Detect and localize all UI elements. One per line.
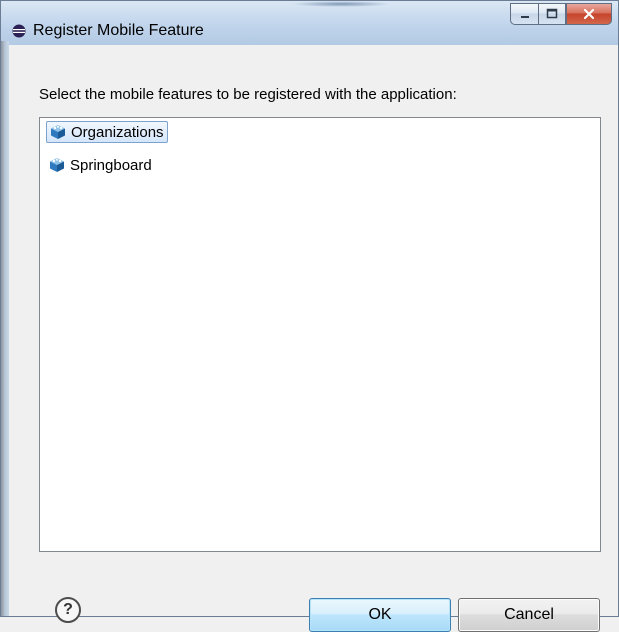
minimize-button[interactable]: [510, 3, 538, 25]
minimize-icon: [520, 16, 529, 18]
maximize-button[interactable]: [538, 3, 566, 25]
dialog-client-area: Select the mobile features to be registe…: [9, 45, 618, 632]
list-item-springboard[interactable]: Springboard: [46, 154, 155, 176]
title-bar[interactable]: Register Mobile Feature: [1, 1, 618, 46]
cancel-button-label: Cancel: [504, 606, 554, 623]
eclipse-icon: [12, 24, 26, 38]
title-bar-glow: [291, 1, 391, 7]
dialog-window: Register Mobile Feature Select the mobil…: [0, 0, 619, 632]
caption-buttons: [510, 3, 612, 25]
list-item-organizations[interactable]: Organizations: [46, 121, 168, 143]
ok-button[interactable]: OK: [309, 598, 451, 632]
list-item-label: Organizations: [71, 123, 164, 141]
close-icon: [583, 8, 595, 20]
cancel-button[interactable]: Cancel: [458, 598, 600, 632]
ok-button-label: OK: [368, 606, 392, 623]
close-button[interactable]: [566, 3, 612, 25]
feature-list[interactable]: Organizations Springboard: [39, 117, 601, 552]
instruction-label: Select the mobile features to be registe…: [39, 86, 457, 103]
help-icon[interactable]: ?: [55, 597, 81, 623]
feature-cube-icon: [50, 158, 64, 172]
maximize-icon: [546, 8, 558, 19]
window-left-border: [1, 41, 9, 616]
feature-cube-icon: [51, 125, 65, 139]
window-title: Register Mobile Feature: [33, 22, 204, 39]
list-item-label: Springboard: [70, 156, 152, 174]
